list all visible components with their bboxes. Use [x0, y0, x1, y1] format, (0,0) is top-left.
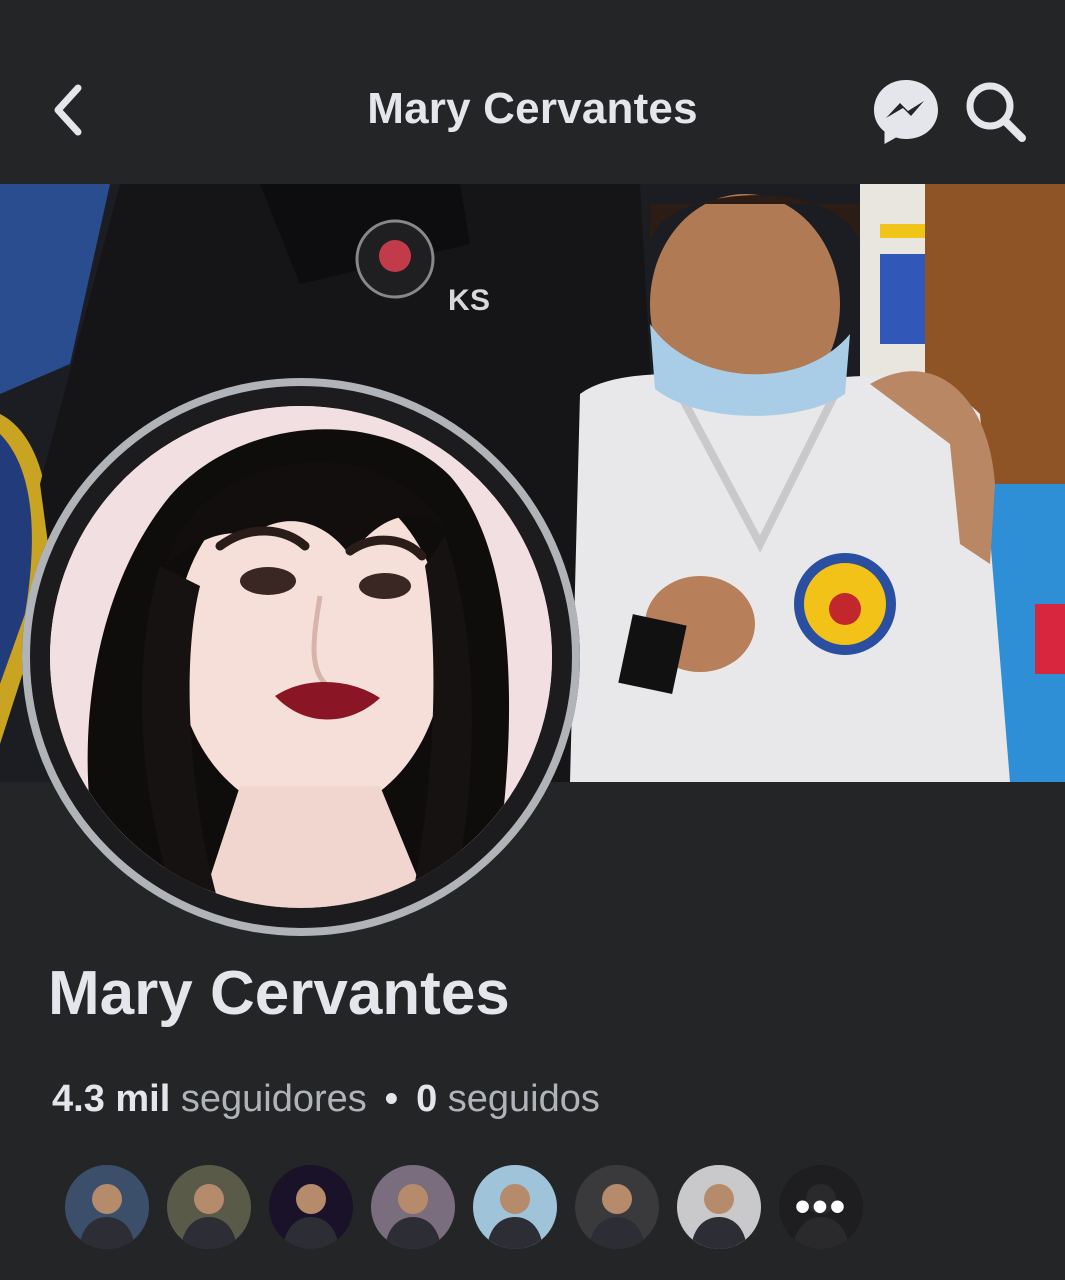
messenger-icon: [874, 80, 938, 144]
avatar-couple: [385, 1184, 441, 1249]
following-label: seguidos: [447, 1078, 600, 1120]
avatar-mirror-selfie: [589, 1184, 645, 1249]
followers-link[interactable]: 4.3 mil seguidores: [52, 1078, 367, 1120]
stats-separator: •: [384, 1078, 399, 1120]
follower-avatar[interactable]: [572, 1162, 662, 1252]
follow-stats: 4.3 mil seguidores • 0 seguidos: [52, 1078, 600, 1121]
search-button[interactable]: [962, 78, 1030, 146]
following-link[interactable]: 0 seguidos: [416, 1078, 600, 1120]
profile-avatar[interactable]: [50, 406, 552, 908]
avatar-text-quote: [283, 1184, 339, 1249]
avatar-man-cap-white: [691, 1184, 747, 1249]
top-navigation-bar: Mary Cervantes: [0, 0, 1065, 184]
followers-label: seguidores: [180, 1078, 367, 1120]
follower-avatar[interactable]: [266, 1162, 356, 1252]
follower-avatar[interactable]: [164, 1162, 254, 1252]
followers-preview: •••: [62, 1162, 866, 1252]
avatar-soldier: [181, 1184, 237, 1249]
profile-page: Mary Cervantes K S Mary Cervantes 4.3 mi…: [0, 0, 1065, 1280]
profile-name: Mary Cervantes: [48, 959, 510, 1028]
follower-avatar[interactable]: [674, 1162, 764, 1252]
follower-avatar[interactable]: [62, 1162, 152, 1252]
search-icon: [966, 82, 1026, 142]
follower-avatar[interactable]: [368, 1162, 458, 1252]
profile-avatar-image: [50, 406, 552, 908]
avatar-beach: [487, 1184, 543, 1249]
follower-avatar[interactable]: [470, 1162, 560, 1252]
messenger-button[interactable]: [870, 76, 942, 148]
avatar-man-cap: [79, 1184, 135, 1249]
follower-avatar[interactable]: •••: [776, 1162, 866, 1252]
svg-text:K: K: [448, 284, 470, 317]
followers-count: 4.3 mil: [52, 1078, 171, 1120]
svg-text:S: S: [470, 284, 490, 317]
following-count: 0: [416, 1078, 438, 1120]
more-followers-button[interactable]: •••: [779, 1165, 863, 1249]
